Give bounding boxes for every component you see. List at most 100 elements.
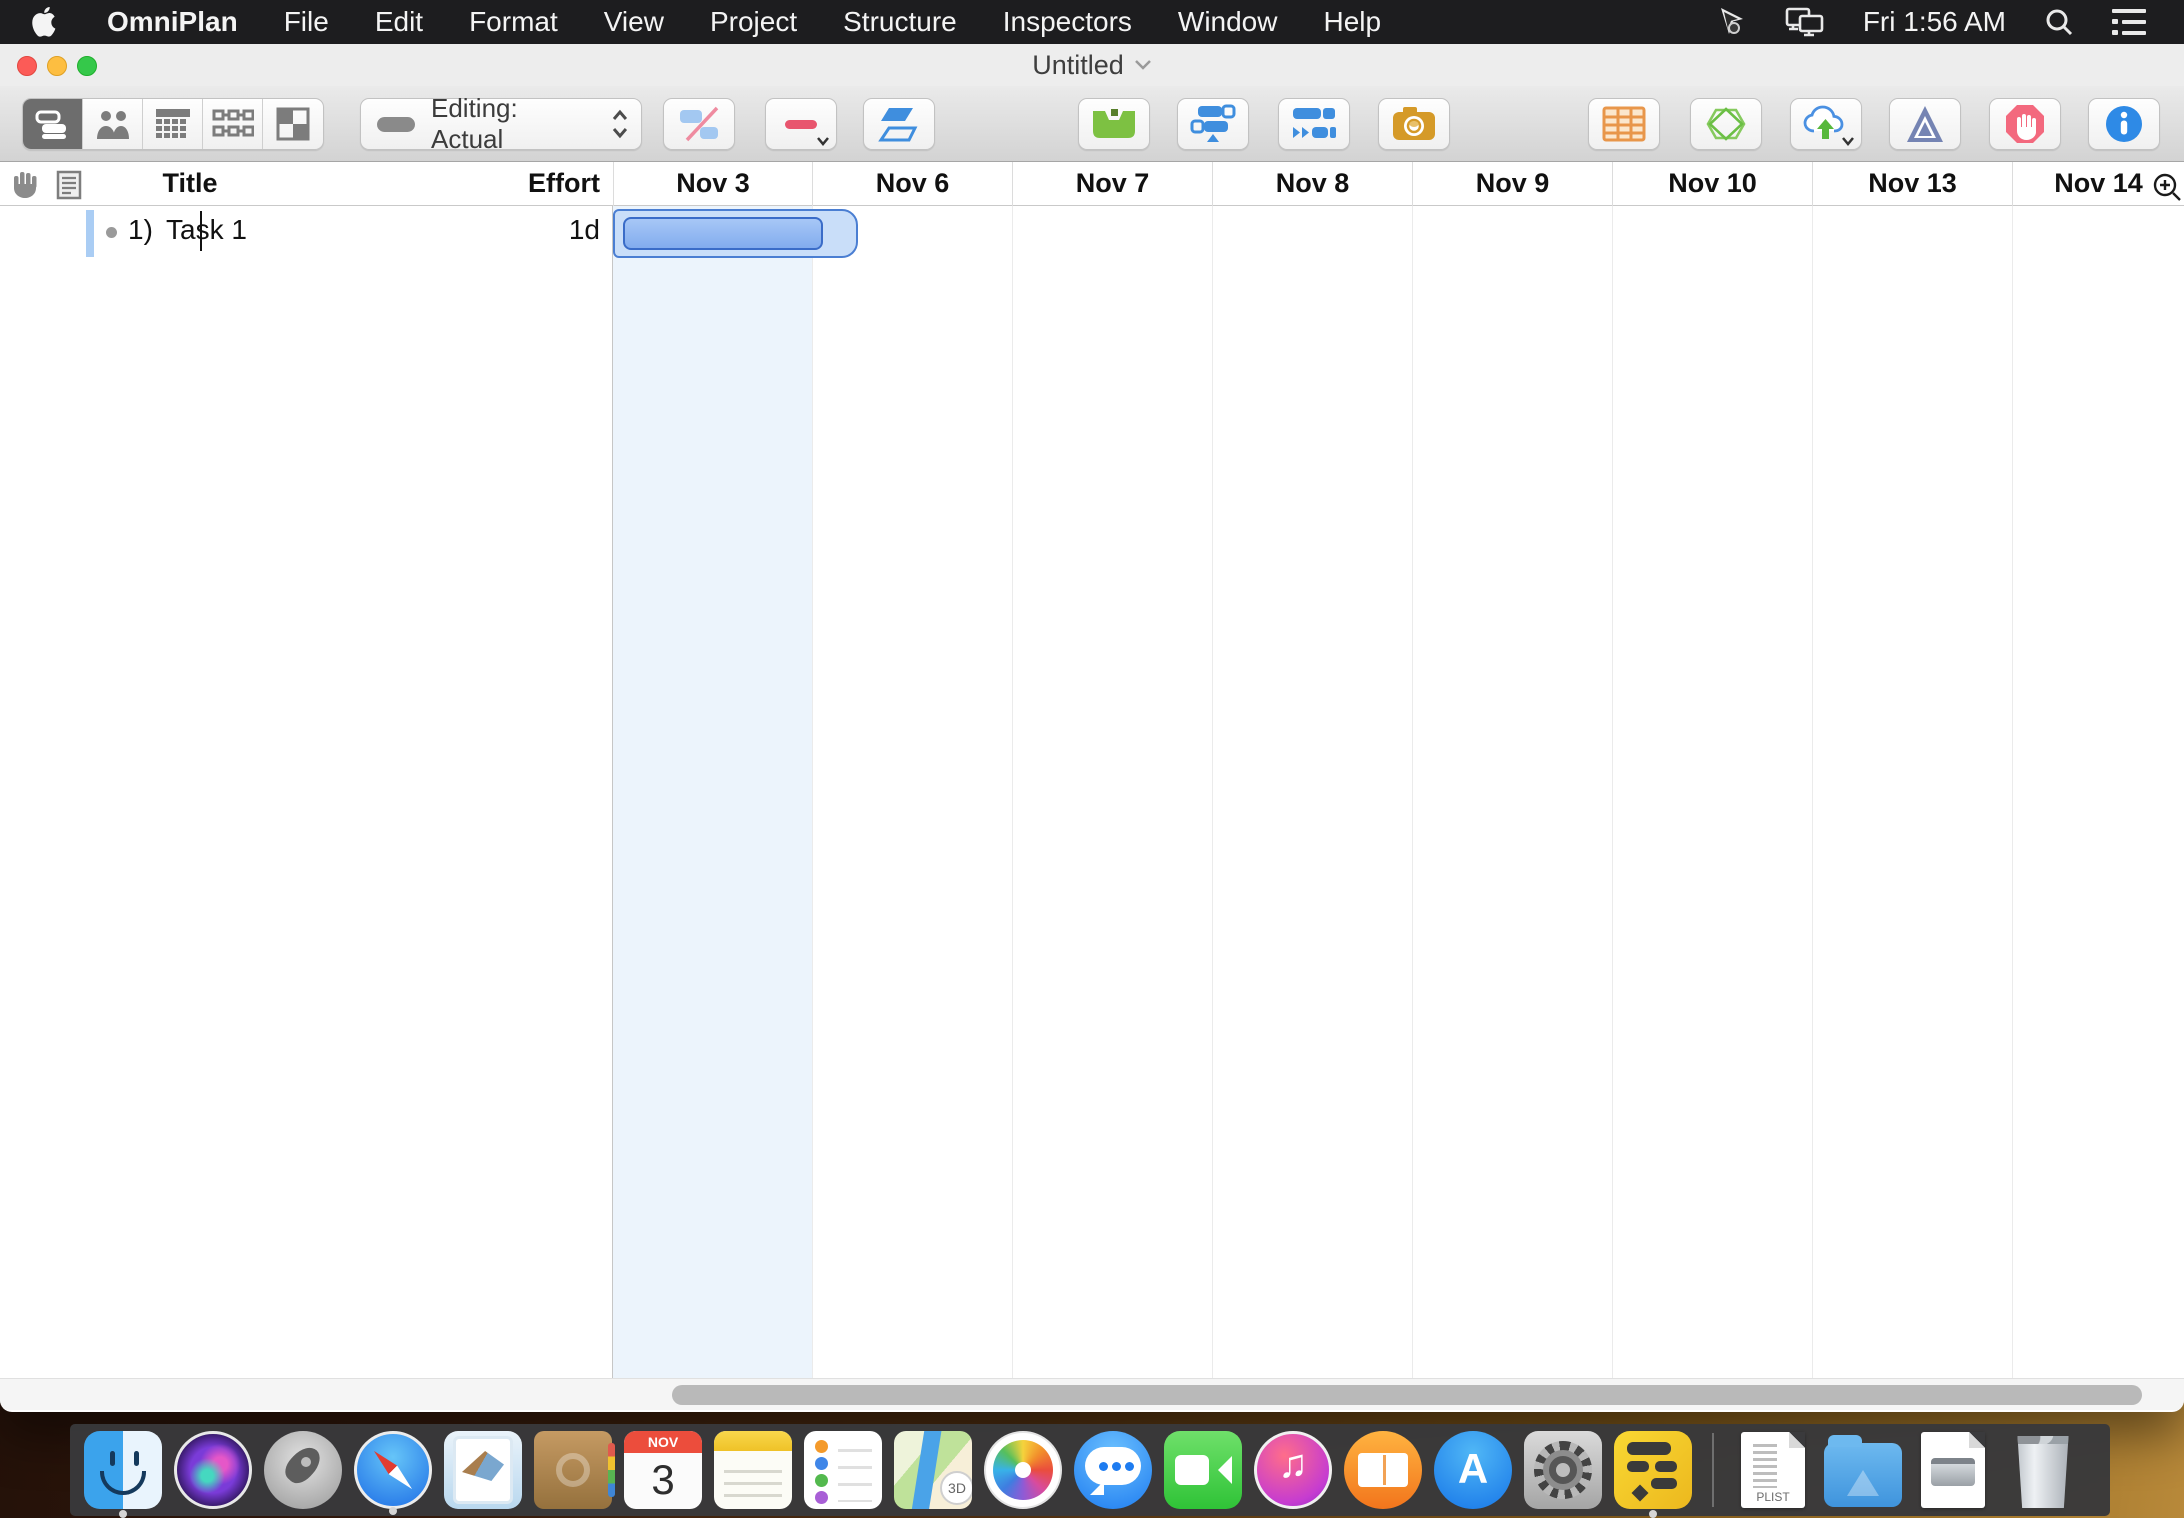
tab-styles-view[interactable]: [263, 99, 323, 149]
grid-line: [1612, 206, 1613, 1378]
dock-facetime-icon[interactable]: [1164, 1431, 1242, 1509]
gantt-bar-task1[interactable]: [623, 217, 823, 250]
window-title[interactable]: Untitled: [0, 44, 2184, 86]
horizontal-scrollbar-track[interactable]: [0, 1378, 2184, 1410]
menu-view[interactable]: View: [581, 0, 687, 44]
open-book: [1358, 1453, 1408, 1487]
menu-project[interactable]: Project: [687, 0, 820, 44]
plist-content: [1753, 1444, 1777, 1488]
date-header: Nov 8: [1212, 162, 1412, 206]
tab-resource-view[interactable]: [83, 99, 143, 149]
dock-messages-icon[interactable]: [1074, 1431, 1152, 1509]
dock: NOV 3 3D: [70, 1424, 2110, 1516]
menu-format[interactable]: Format: [446, 0, 581, 44]
dock-ibooks-icon[interactable]: [1344, 1431, 1422, 1509]
dock-safari-icon[interactable]: [354, 1431, 432, 1509]
dock-trash-icon[interactable]: [2014, 1436, 2072, 1508]
menu-window[interactable]: Window: [1155, 0, 1301, 44]
reminder-dots: [815, 1440, 828, 1453]
change-tracking-icon: [1905, 104, 1945, 144]
dock-omniplan-icon[interactable]: [1614, 1431, 1692, 1509]
dock-notes-icon[interactable]: [714, 1431, 792, 1509]
reschedule-button[interactable]: [1278, 98, 1350, 150]
displays-status-icon[interactable]: [1785, 6, 1825, 38]
column-header-title[interactable]: Title: [120, 162, 260, 204]
pointer-status-icon[interactable]: [1717, 6, 1747, 38]
menu-help[interactable]: Help: [1300, 0, 1404, 44]
calendar-view-icon: [154, 107, 192, 141]
violations-stop-button[interactable]: [1989, 98, 2061, 150]
menu-structure[interactable]: Structure: [820, 0, 980, 44]
dock-photos-icon[interactable]: [984, 1431, 1062, 1509]
grab-hand-icon[interactable]: [10, 170, 40, 198]
dock-reminders-icon[interactable]: [804, 1431, 882, 1509]
tab-network-view[interactable]: [203, 99, 263, 149]
view-switcher: [22, 98, 324, 150]
info-button[interactable]: [2088, 98, 2160, 150]
dropdown-chevron-icon: [1841, 136, 1855, 146]
publish-cloud-button[interactable]: [1790, 98, 1862, 150]
timeline-zoom-in-icon[interactable]: [2152, 172, 2182, 202]
menu-omniplan[interactable]: OmniPlan: [84, 0, 261, 44]
snapshot-camera-icon: [1391, 105, 1437, 143]
menu-clock[interactable]: Fri 1:56 AM: [1863, 6, 2006, 38]
level-resources-icon: [1190, 104, 1236, 144]
dock-calendar-icon[interactable]: NOV 3: [624, 1431, 702, 1509]
dock-maps-icon[interactable]: 3D: [894, 1431, 972, 1509]
title-chevron-down-icon: [1134, 59, 1152, 71]
omniplan-window: Untitled: [0, 44, 2184, 1412]
dock-siri-icon[interactable]: [174, 1431, 252, 1509]
dock-mail-icon[interactable]: [444, 1431, 522, 1509]
dock-system-preferences-icon[interactable]: [1524, 1431, 1602, 1509]
calendar-month: NOV: [624, 1431, 702, 1453]
menu-file[interactable]: File: [261, 0, 352, 44]
toolbar: Editing: Actual: [0, 86, 2184, 162]
milestone-dash-button[interactable]: [765, 98, 837, 150]
grid-line: [1412, 206, 1413, 1378]
dock-applications-folder-icon[interactable]: [1824, 1443, 1902, 1507]
catch-up-button[interactable]: [1078, 98, 1150, 150]
dock-finder-icon[interactable]: [84, 1431, 162, 1509]
grid-line: [1212, 206, 1213, 1378]
dock-launchpad-icon[interactable]: [264, 1431, 342, 1509]
snapshot-camera-button[interactable]: [1378, 98, 1450, 150]
notes-header: [714, 1431, 792, 1451]
dock-contacts-icon[interactable]: [534, 1431, 612, 1509]
task-effort-value[interactable]: 1d: [470, 214, 600, 246]
tab-calendar-view[interactable]: [143, 99, 203, 149]
hammock-icon: [877, 104, 921, 144]
hammock-button[interactable]: [863, 98, 935, 150]
notification-center-icon[interactable]: [2112, 8, 2146, 36]
maps-3d-badge: 3D: [940, 1471, 972, 1505]
menu-inspectors[interactable]: Inspectors: [980, 0, 1155, 44]
page-fold: [1969, 1432, 1985, 1448]
network-view-icon: [212, 107, 254, 141]
task-title-field[interactable]: Task 1: [166, 214, 247, 246]
apple-menu-icon[interactable]: [0, 7, 84, 37]
change-tracking-button[interactable]: [1889, 98, 1961, 150]
spotlight-search-icon[interactable]: [2044, 7, 2074, 37]
date-header: Nov 9: [1412, 162, 1612, 206]
editing-mode-select[interactable]: Editing: Actual: [360, 98, 642, 150]
filter-table-button[interactable]: [1588, 98, 1660, 150]
text-caret: [200, 211, 202, 251]
gantt-bar-selection: [613, 209, 858, 258]
tab-task-view[interactable]: [23, 99, 83, 149]
menu-edit[interactable]: Edit: [352, 0, 446, 44]
gantt-content: 1) Task 1 1d: [0, 206, 2184, 1378]
column-header-effort[interactable]: Effort: [470, 162, 600, 204]
horizontal-scrollbar-thumb[interactable]: [672, 1385, 2142, 1405]
window-title-text: Untitled: [1032, 50, 1124, 81]
dock-plist-file-icon[interactable]: PLIST: [1741, 1432, 1805, 1508]
menu-bar: OmniPlan File Edit Format View Project S…: [0, 0, 2184, 44]
critical-path-icon: [1702, 105, 1750, 143]
level-resources-button[interactable]: [1177, 98, 1249, 150]
critical-path-button[interactable]: [1690, 98, 1762, 150]
contacts-tabs: [608, 1443, 615, 1497]
dock-disk-image-file-icon[interactable]: [1921, 1432, 1985, 1508]
dock-itunes-icon[interactable]: [1254, 1431, 1332, 1509]
outline-gantt-splitter[interactable]: [612, 206, 613, 1378]
notes-column-icon[interactable]: [56, 170, 82, 200]
dock-appstore-icon[interactable]: [1434, 1431, 1512, 1509]
split-task-button[interactable]: [663, 98, 735, 150]
